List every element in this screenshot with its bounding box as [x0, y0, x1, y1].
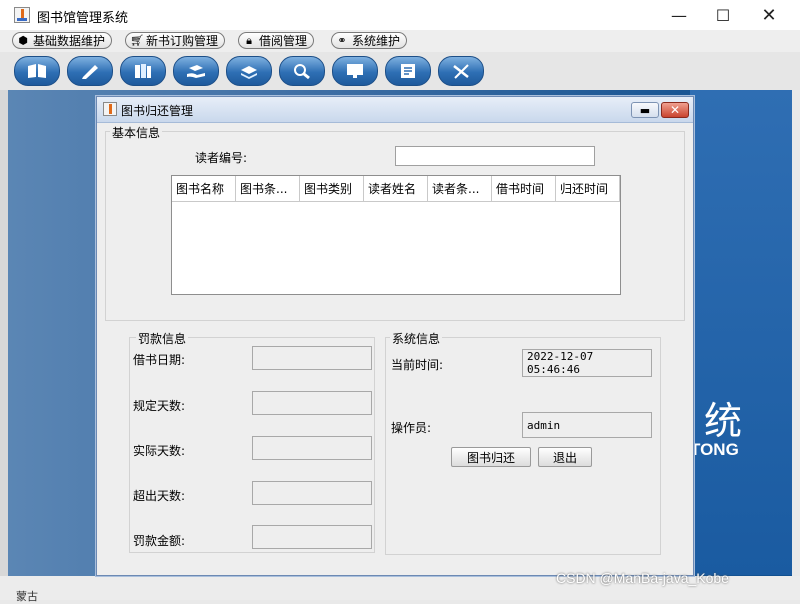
- system-info-title: 系统信息: [390, 330, 443, 347]
- column-header-borrow-time[interactable]: 借书时间: [492, 176, 556, 202]
- background-brand-en: TONG: [690, 440, 739, 459]
- menu-basic-data-label: 基础数据维护: [33, 34, 106, 48]
- window-title: 图书馆管理系统: [37, 11, 129, 26]
- actual-days-label: 实际天数:: [133, 444, 186, 458]
- background-brand-cn: 统: [704, 399, 743, 443]
- dialog-minimize-button[interactable]: ▬: [631, 102, 659, 118]
- column-header-reader-barcode[interactable]: 读者条...: [428, 176, 492, 202]
- current-time-label: 当前时间:: [391, 358, 444, 372]
- borrow-record-table[interactable]: 图书名称 图书条... 图书类别 读者姓名 读者条... 借书时间 归还时间: [171, 175, 621, 295]
- toolbar-button-open-book[interactable]: [14, 56, 60, 86]
- magnifier-icon: [294, 64, 310, 80]
- basic-info-title: 基本信息: [110, 124, 163, 141]
- borrow-date-label: 借书日期:: [133, 353, 186, 367]
- return-book-button[interactable]: 图书归还: [451, 447, 531, 467]
- toolbar-button-search[interactable]: [279, 56, 325, 86]
- actual-days-field[interactable]: [252, 436, 372, 460]
- reader-no-input[interactable]: [395, 146, 595, 166]
- java-dialog-icon: [103, 102, 117, 116]
- reader-no-label: 读者编号:: [195, 151, 248, 165]
- pen-icon: [82, 65, 98, 79]
- table-header: 图书名称 图书条... 图书类别 读者姓名 读者条... 借书时间 归还时间: [172, 176, 620, 202]
- background-brand-panel: [690, 90, 792, 575]
- column-header-book-name[interactable]: 图书名称: [172, 176, 236, 202]
- lock-icon: 🔒︎: [246, 33, 252, 47]
- dialog-title: 图书归还管理: [121, 104, 194, 118]
- toolbar-button-books[interactable]: [120, 56, 166, 86]
- menu-bar: ⬢ 基础数据维护 🛒︎ 新书订购管理 🔒︎ 借阅管理 ⚭ 系统维护: [0, 30, 800, 52]
- toolbar-button-pen[interactable]: [67, 56, 113, 86]
- books-icon: [135, 64, 151, 78]
- fine-amount-label: 罚款金额:: [133, 534, 186, 548]
- dialog-titlebar: 图书归还管理 ▬ ✕: [97, 97, 693, 123]
- toolbar: [0, 52, 800, 90]
- column-header-book-category[interactable]: 图书类别: [300, 176, 364, 202]
- csdn-watermark: CSDN @ManBa-java_Kobe: [556, 570, 729, 586]
- window-titlebar: 图书馆管理系统 — ☐ ✕: [0, 0, 800, 30]
- toolbar-button-stack[interactable]: [226, 56, 272, 86]
- menu-borrow-management-label: 借阅管理: [259, 34, 308, 48]
- java-app-icon: [14, 7, 30, 23]
- monitor-icon: [347, 64, 363, 78]
- operator-label: 操作员:: [391, 421, 432, 435]
- open-book-icon: [28, 64, 46, 78]
- menu-new-book-order[interactable]: 🛒︎ 新书订购管理: [125, 32, 226, 49]
- tools-icon: [453, 64, 469, 79]
- cart-icon: 🛒︎: [130, 33, 144, 47]
- menu-new-book-order-label: 新书订购管理: [146, 34, 219, 48]
- toolbar-button-monitor[interactable]: [332, 56, 378, 86]
- column-header-return-time[interactable]: 归还时间: [556, 176, 620, 202]
- column-header-book-barcode[interactable]: 图书条...: [236, 176, 300, 202]
- notepad-icon: [401, 64, 415, 78]
- minimize-button[interactable]: —: [656, 0, 702, 30]
- menu-basic-data[interactable]: ⬢ 基础数据维护: [12, 32, 113, 49]
- column-header-reader-name[interactable]: 读者姓名: [364, 176, 428, 202]
- fine-info-title: 罚款信息: [136, 330, 189, 347]
- toolbar-button-hand-book[interactable]: [173, 56, 219, 86]
- operator-field: admin: [522, 412, 652, 438]
- bottom-partial-text: 蒙古: [16, 590, 38, 603]
- current-time-field: 2022-12-07 05:46:46: [522, 349, 652, 377]
- link-icon: ⚭: [337, 33, 347, 47]
- toolbar-button-tools[interactable]: [438, 56, 484, 86]
- maximize-button[interactable]: ☐: [700, 0, 746, 30]
- stack-icon: [241, 66, 257, 79]
- toolbar-button-notepad[interactable]: [385, 56, 431, 86]
- menu-system-maintenance[interactable]: ⚭ 系统维护: [331, 32, 408, 49]
- left-edge-strip: [0, 90, 8, 600]
- allowed-days-field[interactable]: [252, 391, 372, 415]
- exit-button[interactable]: 退出: [538, 447, 592, 467]
- overdue-days-field[interactable]: [252, 481, 372, 505]
- menu-system-maintenance-label: 系统维护: [352, 34, 401, 48]
- dialog-close-button[interactable]: ✕: [661, 102, 689, 118]
- cube-icon: ⬢: [18, 33, 28, 47]
- hand-book-icon: [187, 65, 205, 78]
- fine-amount-field[interactable]: [252, 525, 372, 549]
- close-button[interactable]: ✕: [746, 0, 792, 30]
- borrow-date-field[interactable]: [252, 346, 372, 370]
- overdue-days-label: 超出天数:: [133, 489, 186, 503]
- allowed-days-label: 规定天数:: [133, 399, 186, 413]
- menu-borrow-management[interactable]: 🔒︎ 借阅管理: [238, 32, 315, 49]
- book-return-dialog: 图书归还管理 ▬ ✕ 基本信息 读者编号: 图书名称 图书条... 图书类别 读…: [96, 96, 694, 576]
